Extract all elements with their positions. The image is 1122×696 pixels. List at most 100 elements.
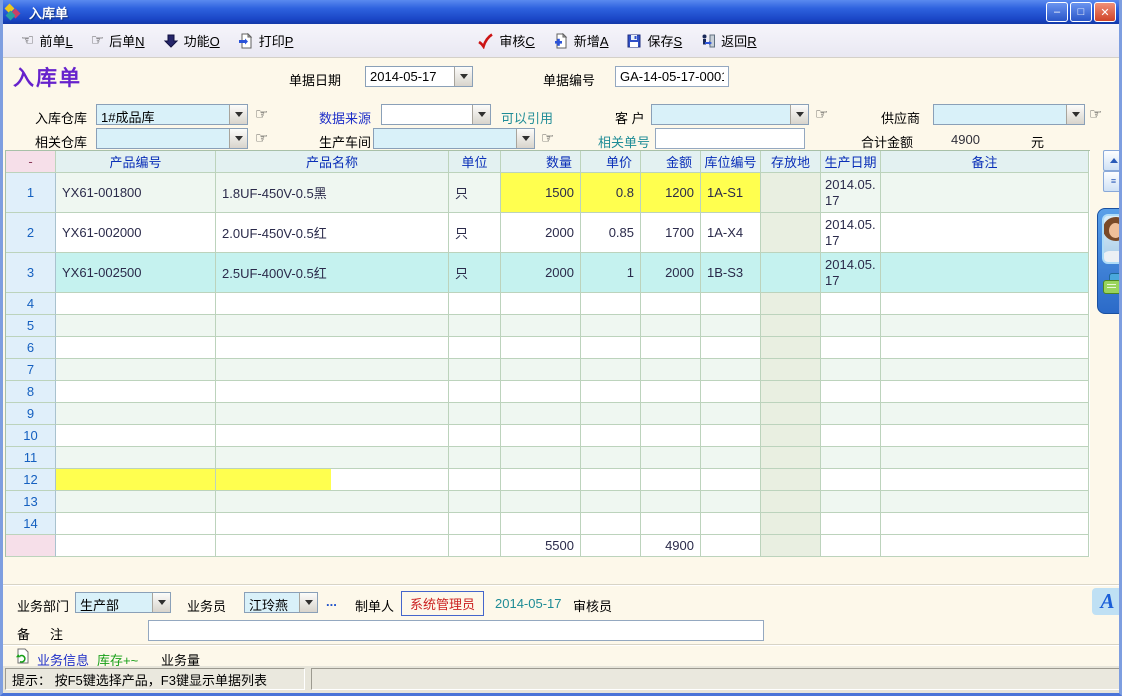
cell-qty[interactable]: 2000 bbox=[501, 213, 581, 253]
scroll-up-button[interactable] bbox=[1103, 150, 1122, 171]
cell-unit[interactable]: 只 bbox=[449, 253, 501, 293]
cell-note[interactable] bbox=[881, 491, 1089, 513]
cell-amount[interactable] bbox=[641, 315, 701, 337]
row-number[interactable]: 7 bbox=[6, 359, 56, 381]
cell-prod-date[interactable] bbox=[821, 469, 881, 491]
row-number[interactable]: 5 bbox=[6, 315, 56, 337]
cell-amount[interactable]: 2000 bbox=[641, 253, 701, 293]
cell-note[interactable] bbox=[881, 381, 1089, 403]
cell-location[interactable] bbox=[761, 253, 821, 293]
cell-qty[interactable] bbox=[501, 469, 581, 491]
cell-location[interactable] bbox=[761, 359, 821, 381]
cell-product-name[interactable] bbox=[216, 513, 449, 535]
cell-unit[interactable]: 只 bbox=[449, 213, 501, 253]
cell-product-code[interactable] bbox=[56, 447, 216, 469]
cell-unit[interactable] bbox=[449, 359, 501, 381]
cell-bin[interactable] bbox=[701, 469, 761, 491]
add-button[interactable]: 新增A bbox=[553, 31, 609, 50]
cell-amount[interactable] bbox=[641, 293, 701, 315]
cell-price[interactable] bbox=[581, 293, 641, 315]
cell-product-code[interactable] bbox=[56, 359, 216, 381]
cell-bin[interactable] bbox=[701, 315, 761, 337]
close-button[interactable]: ✕ bbox=[1094, 2, 1116, 22]
cell-unit[interactable] bbox=[449, 315, 501, 337]
cell-note[interactable] bbox=[881, 337, 1089, 359]
chevron-down-icon[interactable] bbox=[790, 105, 808, 124]
cell-product-name[interactable] bbox=[216, 403, 449, 425]
cell-product-code[interactable]: YX61-002000 bbox=[56, 213, 216, 253]
cell-location[interactable] bbox=[761, 425, 821, 447]
doc-date-dropdown[interactable]: 2014-05-17 bbox=[365, 66, 473, 87]
cell-note[interactable] bbox=[881, 293, 1089, 315]
cell-product-code[interactable] bbox=[56, 491, 216, 513]
chevron-down-icon[interactable] bbox=[472, 105, 490, 124]
lookup-hand-icon[interactable]: ☞ bbox=[541, 131, 554, 146]
cell-note[interactable] bbox=[881, 403, 1089, 425]
cell-qty[interactable] bbox=[501, 359, 581, 381]
prev-doc-button[interactable]: ☜ 前单L bbox=[21, 31, 73, 50]
cell-price[interactable] bbox=[581, 337, 641, 359]
cell-qty[interactable] bbox=[501, 315, 581, 337]
cell-qty[interactable] bbox=[501, 337, 581, 359]
cell-product-name[interactable]: 2.5UF-400V-0.5红 bbox=[216, 253, 449, 293]
cell-price[interactable] bbox=[581, 447, 641, 469]
cell-note[interactable] bbox=[881, 315, 1089, 337]
cell-location[interactable] bbox=[761, 173, 821, 213]
cell-prod-date[interactable] bbox=[821, 513, 881, 535]
cell-bin[interactable] bbox=[701, 293, 761, 315]
cell-product-name[interactable] bbox=[216, 381, 449, 403]
supplier-dropdown[interactable] bbox=[933, 104, 1085, 125]
cell-note[interactable] bbox=[881, 253, 1089, 293]
cell-amount[interactable] bbox=[641, 491, 701, 513]
cell-product-code[interactable] bbox=[56, 425, 216, 447]
cell-product-code[interactable] bbox=[56, 293, 216, 315]
cell-prod-date[interactable]: 2014.05.17 bbox=[821, 213, 881, 253]
cell-product-name[interactable] bbox=[216, 491, 449, 513]
cell-unit[interactable] bbox=[449, 425, 501, 447]
cell-note[interactable] bbox=[881, 173, 1089, 213]
cell-qty[interactable] bbox=[501, 403, 581, 425]
cell-amount[interactable]: 1200 bbox=[641, 173, 701, 213]
cell-product-name[interactable] bbox=[216, 425, 449, 447]
cell-qty[interactable] bbox=[501, 293, 581, 315]
data-source-dropdown[interactable] bbox=[381, 104, 491, 125]
cell-price[interactable]: 0.85 bbox=[581, 213, 641, 253]
related-doc-input[interactable] bbox=[655, 128, 805, 149]
cell-product-code[interactable] bbox=[56, 315, 216, 337]
cell-price[interactable] bbox=[581, 403, 641, 425]
workshop-dropdown[interactable] bbox=[373, 128, 535, 149]
cell-amount[interactable] bbox=[641, 359, 701, 381]
cell-price[interactable] bbox=[581, 469, 641, 491]
cell-bin[interactable] bbox=[701, 381, 761, 403]
row-number[interactable]: 13 bbox=[6, 491, 56, 513]
cell-prod-date[interactable]: 2014.05.17 bbox=[821, 253, 881, 293]
cell-amount[interactable]: 1700 bbox=[641, 213, 701, 253]
cell-product-code[interactable] bbox=[56, 469, 216, 491]
cell-note[interactable] bbox=[881, 213, 1089, 253]
cell-location[interactable] bbox=[761, 513, 821, 535]
cell-prod-date[interactable] bbox=[821, 491, 881, 513]
chevron-down-icon[interactable] bbox=[454, 67, 472, 86]
lookup-hand-icon[interactable]: ☞ bbox=[1089, 107, 1102, 122]
cell-prod-date[interactable] bbox=[821, 425, 881, 447]
customer-dropdown[interactable] bbox=[651, 104, 809, 125]
row-number[interactable]: 10 bbox=[6, 425, 56, 447]
cell-product-name[interactable] bbox=[216, 337, 449, 359]
cell-bin[interactable] bbox=[701, 403, 761, 425]
cell-unit[interactable]: 只 bbox=[449, 173, 501, 213]
cell-qty[interactable]: 2000 bbox=[501, 253, 581, 293]
cell-note[interactable] bbox=[881, 447, 1089, 469]
cell-price[interactable]: 0.8 bbox=[581, 173, 641, 213]
cell-qty[interactable] bbox=[501, 425, 581, 447]
maximize-button[interactable]: □ bbox=[1070, 2, 1092, 22]
cell-unit[interactable] bbox=[449, 403, 501, 425]
cell-product-code[interactable]: YX61-001800 bbox=[56, 173, 216, 213]
cell-prod-date[interactable] bbox=[821, 315, 881, 337]
cell-amount[interactable] bbox=[641, 425, 701, 447]
cell-unit[interactable] bbox=[449, 513, 501, 535]
cell-prod-date[interactable] bbox=[821, 359, 881, 381]
related-warehouse-dropdown[interactable] bbox=[96, 128, 248, 149]
cell-product-name[interactable] bbox=[216, 293, 449, 315]
cell-prod-date[interactable] bbox=[821, 381, 881, 403]
cell-bin[interactable] bbox=[701, 491, 761, 513]
